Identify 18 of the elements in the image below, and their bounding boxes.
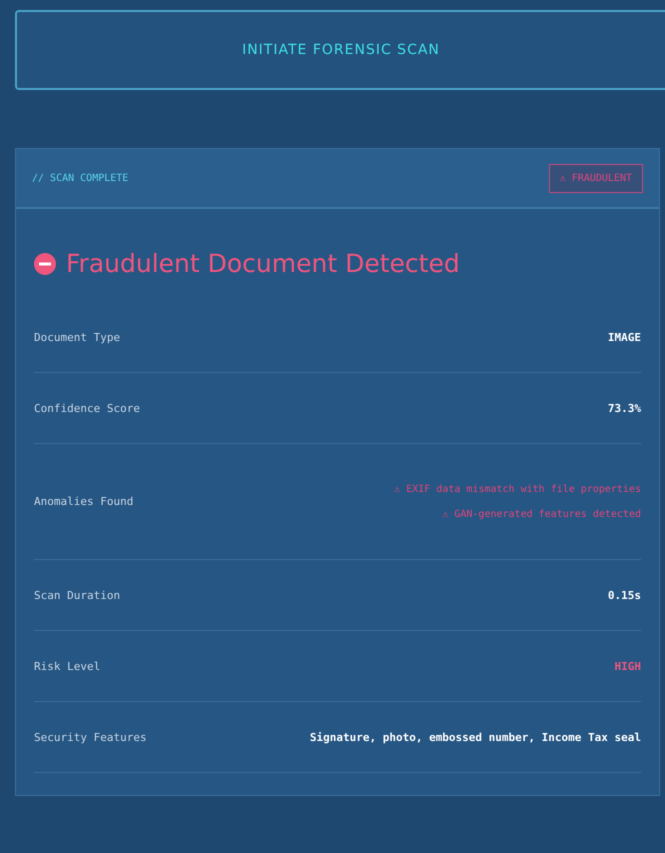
field-value: 0.15s	[608, 588, 641, 602]
field-value: 73.3%	[608, 402, 641, 414]
result-title: Fraudulent Document Detected	[66, 249, 460, 278]
field-value: Signature, photo, embossed number, Income Tax seal	[310, 730, 641, 744]
field-value: IMAGE	[608, 330, 641, 344]
stop-icon	[34, 252, 56, 274]
anomaly-item: ⚠ GAN-generated features detected	[442, 508, 641, 520]
field-label: Risk Level	[34, 660, 100, 672]
risk-value: HIGH	[614, 660, 641, 672]
field-label: Anomalies Found	[34, 495, 134, 508]
status-badge: ⚠ FRAUDULENT	[548, 164, 643, 192]
anomaly-item: ⚠ EXIF data mismatch with file properties	[394, 484, 641, 494]
status-text: // SCAN COMPLETE	[32, 172, 128, 184]
field-label: Security Features	[34, 730, 147, 744]
scan-button[interactable]: INITIATE FORENSIC SCAN	[15, 10, 665, 90]
field-label: Scan Duration	[34, 588, 120, 602]
field-label: Confidence Score	[34, 402, 140, 414]
field-label: Document Type	[34, 330, 120, 344]
